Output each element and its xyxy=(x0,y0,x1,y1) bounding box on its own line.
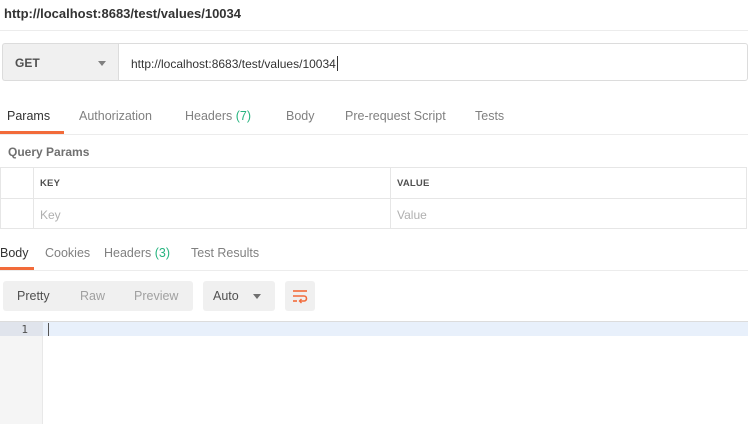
active-tab-indicator xyxy=(0,267,34,270)
response-editor[interactable]: 1 xyxy=(0,321,748,424)
url-text: http://localhost:8683/test/values/10034 xyxy=(131,56,338,71)
text-cursor xyxy=(336,56,338,71)
format-label: Auto xyxy=(213,289,239,303)
key-placeholder: Key xyxy=(40,208,61,222)
active-line-highlight xyxy=(43,322,748,336)
query-params-title: Query Params xyxy=(8,145,90,159)
tab-response-headers[interactable]: Headers (3) xyxy=(104,246,170,260)
param-key-input[interactable]: Key xyxy=(33,198,391,229)
row-checkbox-header xyxy=(0,167,34,199)
key-header-label: KEY xyxy=(40,178,61,189)
editor-cursor xyxy=(48,323,49,336)
wrap-lines-button[interactable] xyxy=(285,281,315,311)
tab-tests[interactable]: Tests xyxy=(475,109,504,123)
value-header-label: VALUE xyxy=(397,178,430,189)
tab-cookies[interactable]: Cookies xyxy=(45,246,90,260)
view-mode-group: Pretty Raw Preview xyxy=(3,281,193,311)
method-select[interactable]: GET xyxy=(2,43,118,81)
pretty-button[interactable]: Pretty xyxy=(17,289,50,303)
response-headers-count-badge: (3) xyxy=(154,246,171,260)
url-input[interactable]: http://localhost:8683/test/values/10034 xyxy=(118,43,748,81)
request-tabs: Params Authorization Headers (7) Body Pr… xyxy=(0,100,748,135)
active-tab-indicator xyxy=(0,131,64,134)
tab-headers-label: Headers xyxy=(185,109,233,123)
value-placeholder: Value xyxy=(397,208,427,222)
chevron-down-icon xyxy=(253,294,261,299)
tab-response-body[interactable]: Body xyxy=(0,246,29,260)
query-params-table: KEY VALUE Key Value xyxy=(0,167,748,229)
method-label: GET xyxy=(15,56,40,70)
headers-count-badge: (7) xyxy=(235,109,252,123)
wrap-lines-icon xyxy=(293,290,308,304)
tab-test-results[interactable]: Test Results xyxy=(191,246,259,260)
url-value: http://localhost:8683/test/values/10034 xyxy=(131,57,336,71)
tab-prerequest-script[interactable]: Pre-request Script xyxy=(345,109,446,123)
line-number: 1 xyxy=(21,323,28,336)
request-title: http://localhost:8683/test/values/10034 xyxy=(4,6,241,21)
tab-params[interactable]: Params xyxy=(7,109,50,123)
response-tabs: Body Cookies Headers (3) Test Results xyxy=(0,240,748,271)
param-value-input[interactable]: Value xyxy=(390,198,747,229)
raw-button[interactable]: Raw xyxy=(80,289,105,303)
tab-response-headers-label: Headers xyxy=(104,246,152,260)
editor-gutter: 1 xyxy=(0,322,43,424)
preview-button[interactable]: Preview xyxy=(134,289,178,303)
format-select[interactable]: Auto xyxy=(203,281,275,311)
title-bar: http://localhost:8683/test/values/10034 xyxy=(0,0,748,31)
row-checkbox[interactable] xyxy=(0,198,34,229)
tab-body[interactable]: Body xyxy=(286,109,315,123)
tab-headers[interactable]: Headers (7) xyxy=(185,109,251,123)
tab-authorization[interactable]: Authorization xyxy=(79,109,152,123)
chevron-down-icon xyxy=(98,61,106,66)
key-column-header: KEY xyxy=(33,167,391,199)
value-column-header: VALUE xyxy=(390,167,747,199)
